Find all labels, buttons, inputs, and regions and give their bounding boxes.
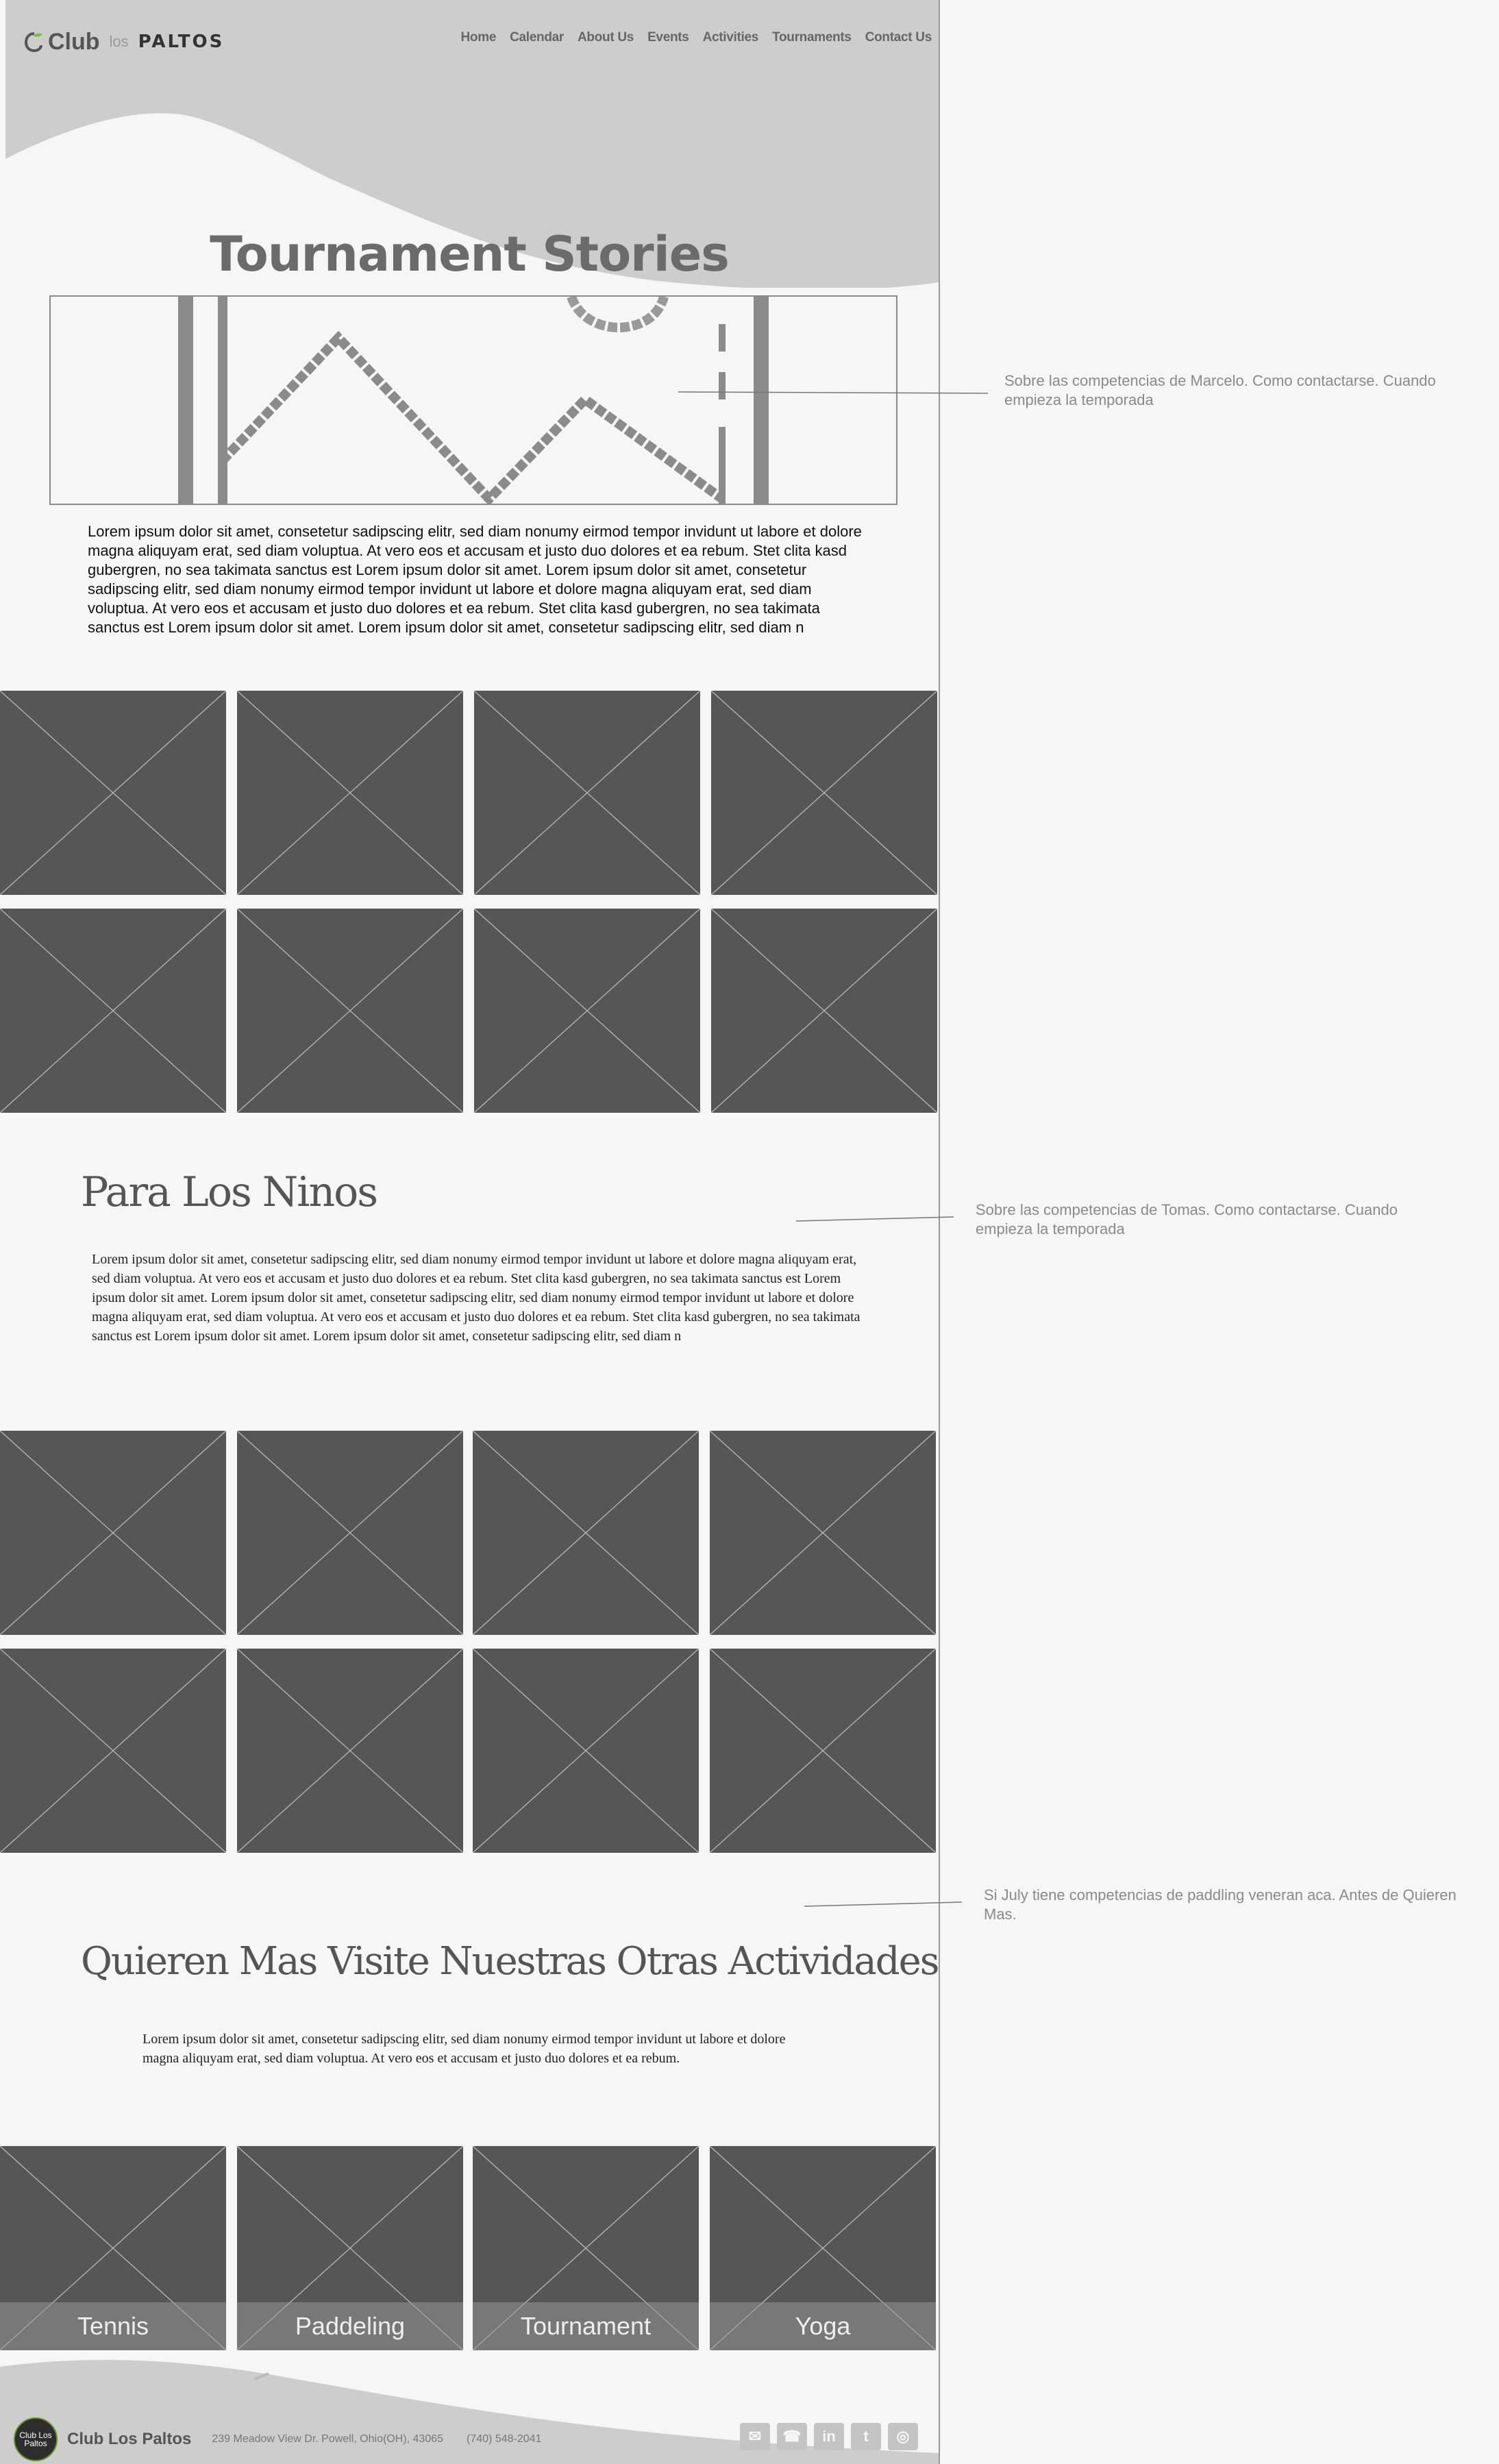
annotation-note-1: Sobre las competencias de Marcelo. Como … xyxy=(1004,372,1436,408)
annotation-note-3: Si July tiene competencias de paddling v… xyxy=(984,1886,1457,1923)
annotation-note-2: Sobre las competencias de Tomas. Como co… xyxy=(976,1201,1398,1237)
